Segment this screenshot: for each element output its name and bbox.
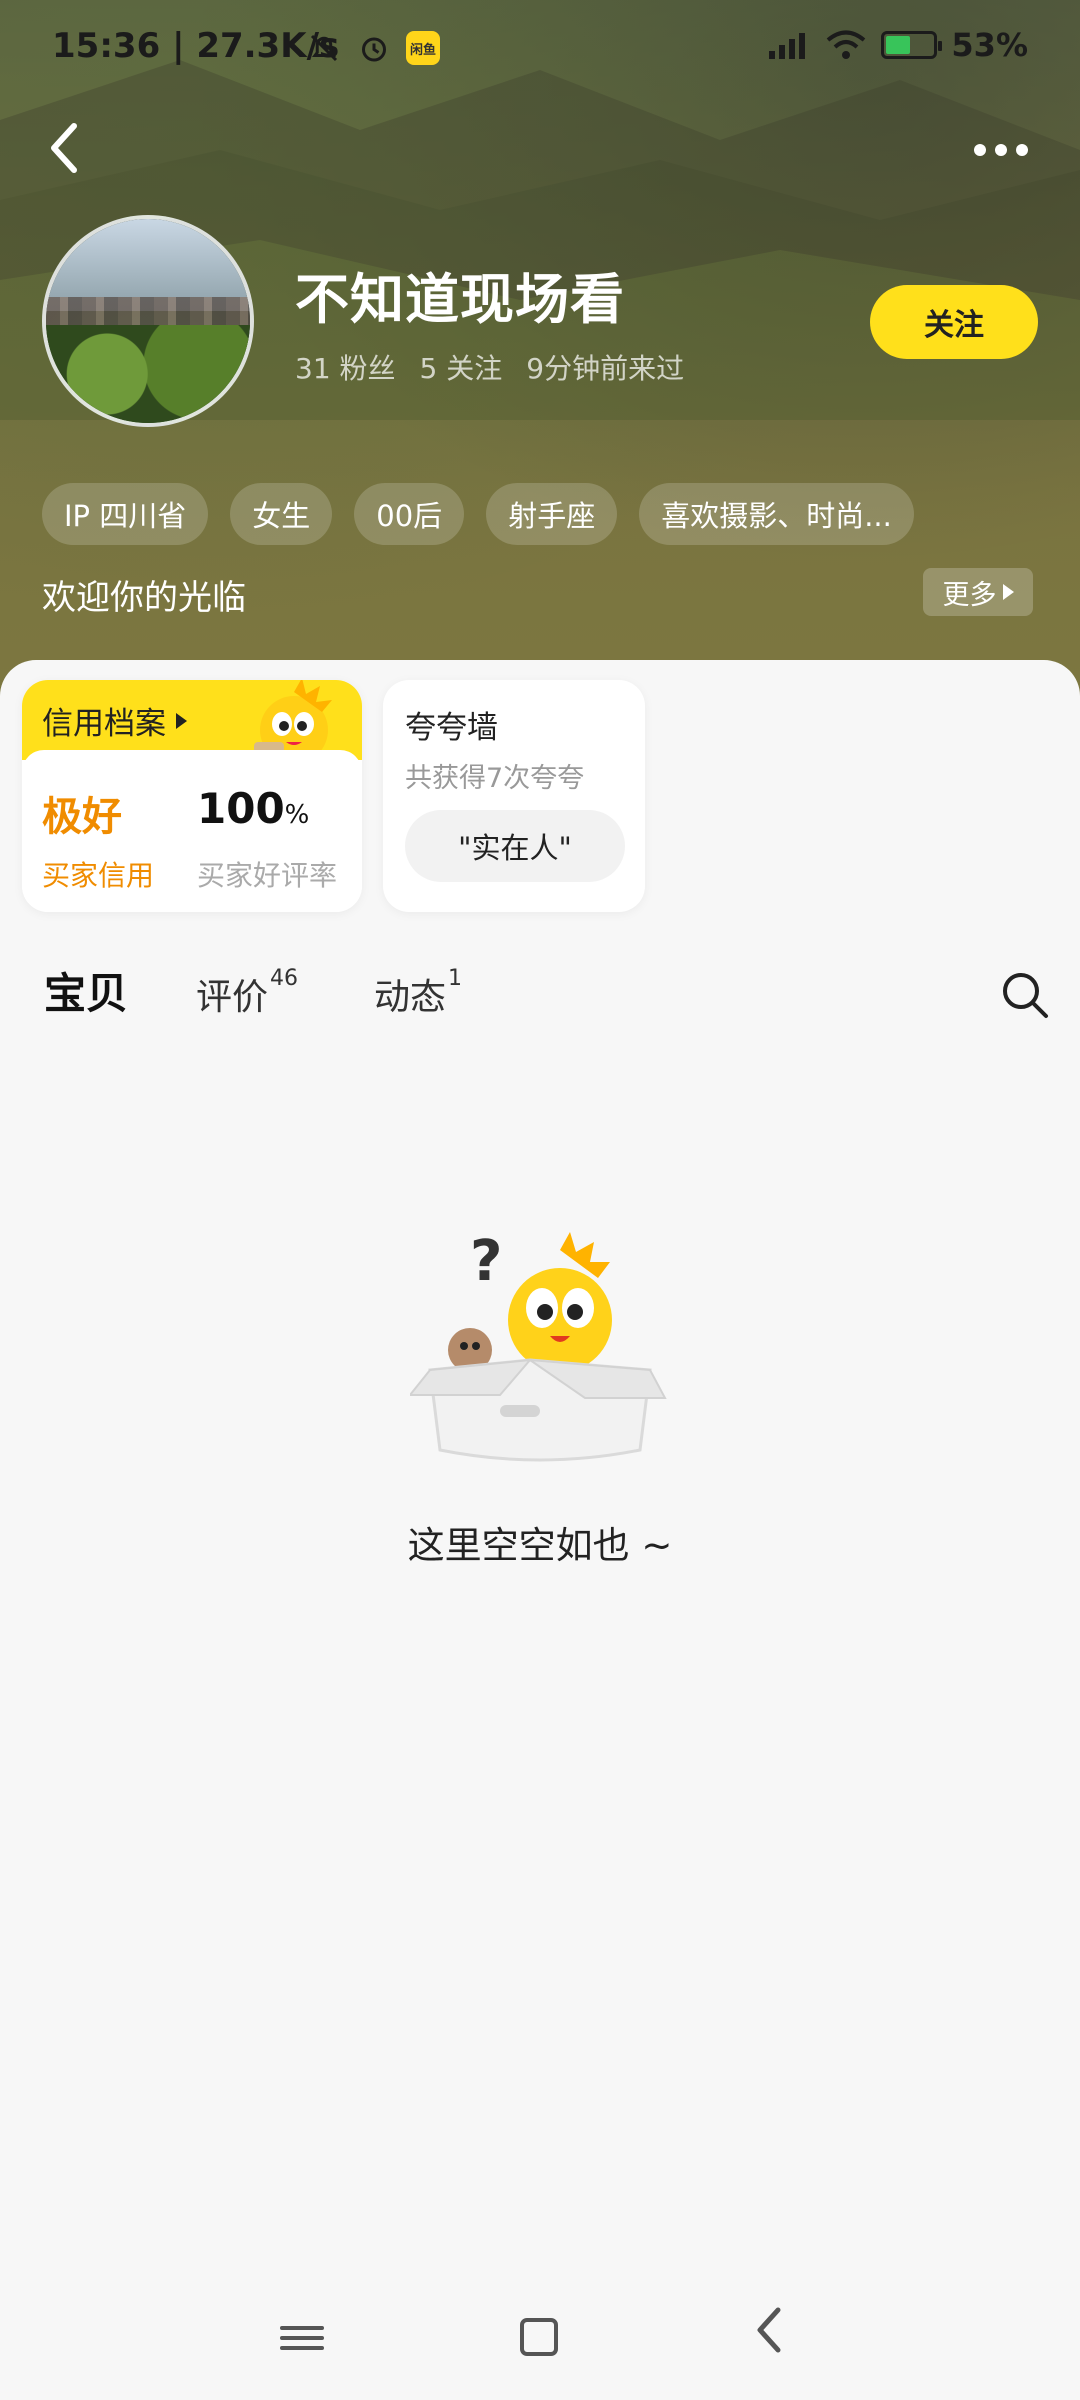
positive-rate: 100% [197, 784, 310, 833]
credit-card-body: 极好 买家信用 100% 买家好评率 [22, 750, 362, 912]
svg-text:?: ? [470, 1229, 502, 1294]
battery-percent: 53% [951, 26, 1028, 64]
tag-age: 00后 [354, 483, 465, 545]
tag-interests[interactable]: 喜欢摄影、时尚... [639, 483, 914, 545]
positive-rate-label: 买家好评率 [197, 859, 338, 892]
credit-card-title: 信用档案 [42, 698, 187, 743]
empty-state-text: 这里空空如也 ~ [407, 1524, 673, 1567]
following-count[interactable]: 5 关注 [420, 347, 503, 387]
search-icon[interactable] [1000, 970, 1050, 1020]
avatar[interactable] [42, 215, 254, 427]
profile-stats: 31 粉丝 5 关注 9分钟前来过 [295, 347, 684, 387]
credit-grade-label: 买家信用 [42, 859, 155, 892]
mute-bell-icon [310, 34, 338, 62]
more-options-button[interactable] [966, 130, 1036, 170]
back-button[interactable] [44, 118, 96, 180]
tag-location: IP 四川省 [42, 483, 209, 545]
triangle-right-icon [176, 712, 187, 729]
battery-icon [881, 31, 943, 59]
status-bar: 15:36 | 27.3K/s 闲鱼 53% [0, 18, 1080, 78]
status-time: 15:36 | 27.3K/s [52, 26, 340, 66]
more-button[interactable]: 更多 [923, 568, 1033, 616]
signal-icon [769, 33, 806, 59]
praise-wall-card[interactable]: 夸夸墙 共获得7次夸夸 "实在人" [383, 680, 645, 912]
dot-icon [974, 144, 986, 156]
follow-button[interactable]: 关注 [870, 285, 1038, 359]
status-right-icons: 53% [767, 26, 1028, 64]
tab-posts-count: 1 [448, 966, 463, 991]
status-left-icons: 闲鱼 [306, 30, 440, 66]
tab-posts[interactable]: 动态1 [374, 966, 463, 1020]
dot-icon [1016, 144, 1028, 156]
profile-bio: 欢迎你的光临 [42, 578, 246, 618]
tag-gender: 女生 [230, 483, 333, 545]
chevron-left-icon [51, 123, 77, 173]
profile-tags: IP 四川省 女生 00后 射手座 喜欢摄影、时尚... [42, 483, 914, 545]
tab-reviews[interactable]: 评价46 [196, 966, 299, 1020]
tab-items[interactable]: 宝贝 [44, 960, 132, 1021]
credit-profile-card[interactable]: 信用档案 极好 买家信用 100% 买家好评率 [22, 680, 362, 912]
profile-name: 不知道现场看 [295, 268, 625, 331]
system-back-button[interactable] [752, 2304, 786, 2365]
wifi-icon [827, 30, 866, 59]
profile-tabs: 宝贝 评价46 动态1 [44, 960, 1044, 1030]
tab-reviews-count: 46 [270, 966, 299, 991]
alarm-icon [362, 37, 386, 62]
chevron-left-icon [757, 2307, 781, 2353]
credit-card-header: 信用档案 [22, 680, 362, 764]
praise-top-tag: "实在人" [405, 810, 625, 882]
dot-icon [995, 144, 1007, 156]
fans-count[interactable]: 31 粉丝 [295, 347, 396, 387]
home-button[interactable] [520, 2318, 558, 2356]
system-nav-bar [0, 2300, 1080, 2380]
praise-wall-title: 夸夸墙 [405, 710, 498, 746]
last-seen: 9分钟前来过 [526, 352, 685, 385]
triangle-right-icon [1002, 584, 1014, 600]
praise-count: 共获得7次夸夸 [405, 763, 585, 794]
app-notification-icon: 闲鱼 [406, 31, 440, 65]
more-label: 更多 [942, 579, 997, 611]
tag-zodiac: 射手座 [486, 483, 618, 545]
credit-grade: 极好 [42, 794, 122, 840]
empty-box-mascot-icon: ? [410, 1229, 667, 1462]
recent-apps-button[interactable] [280, 2320, 324, 2360]
